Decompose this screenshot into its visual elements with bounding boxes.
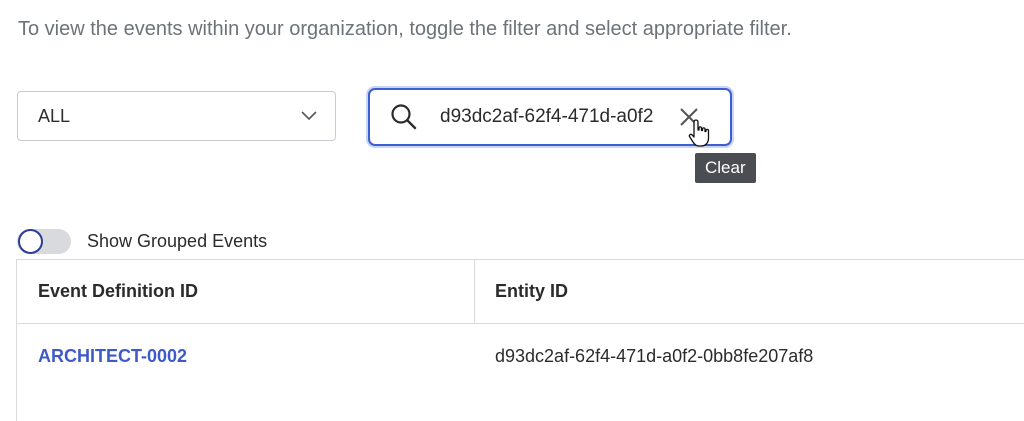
grouped-events-toggle-row: Show Grouped Events — [17, 229, 267, 254]
chevron-down-icon — [301, 111, 317, 121]
hand-cursor-icon — [688, 119, 710, 147]
event-definition-id-link[interactable]: ARCHITECT-0002 — [17, 324, 475, 388]
toggle-label: Show Grouped Events — [87, 231, 268, 251]
search-field[interactable] — [368, 88, 732, 146]
entity-id-cell: d93dc2af-62f4-471d-a0f2-0bb8fe207af8 — [495, 345, 814, 366]
column-header-event-definition-id[interactable]: Event Definition ID — [17, 260, 475, 323]
search-input[interactable] — [440, 106, 660, 128]
events-table: Event Definition ID Entity ID ARCHITECT-… — [16, 259, 1024, 421]
toggle-knob — [18, 229, 43, 254]
table-header: Event Definition ID Entity ID — [17, 260, 1024, 324]
search-icon — [391, 104, 417, 130]
intro-text: To view the events within your organizat… — [18, 18, 792, 40]
event-filter-select[interactable]: ALL — [17, 91, 336, 141]
grouped-events-toggle[interactable] — [17, 229, 71, 254]
filter-selected-value: ALL — [38, 105, 71, 126]
column-header-entity-id[interactable]: Entity ID — [475, 260, 1024, 323]
clear-tooltip: Clear — [695, 153, 756, 183]
table-row: ARCHITECT-0002 d93dc2af-62f4-471d-a0f2-0… — [17, 324, 1024, 388]
